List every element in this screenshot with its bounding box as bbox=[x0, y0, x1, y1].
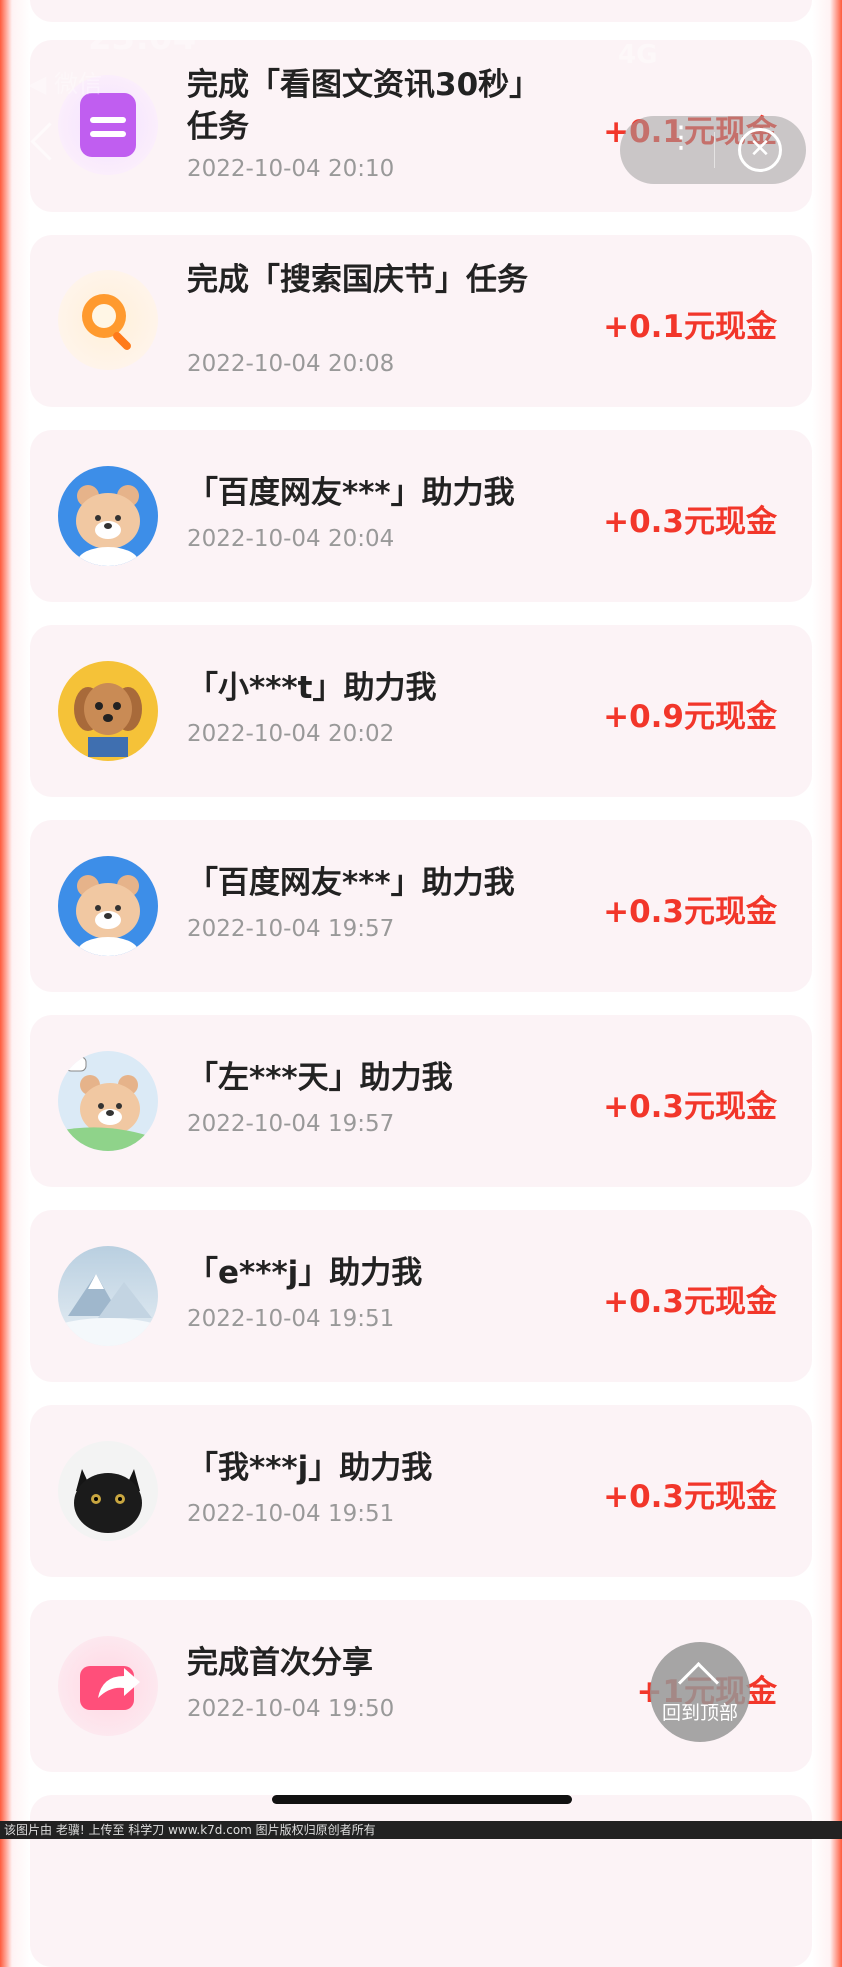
record-timestamp: 2022-10-04 19:51 bbox=[187, 1501, 395, 1527]
back-to-top-label: 回到顶部 bbox=[661, 1702, 738, 1724]
status-network: 4G bbox=[618, 40, 658, 70]
record-reward: +0.3元现金 bbox=[603, 894, 777, 930]
record-card: 「左***天」助力我 2022-10-04 19:57 +0.3元现金 bbox=[30, 1015, 812, 1187]
record-timestamp: 2022-10-04 19:57 bbox=[187, 916, 395, 942]
capsule-divider bbox=[714, 132, 715, 168]
record-title: 「小***t」助力我 bbox=[187, 670, 437, 706]
bear-hi-avatar bbox=[58, 1051, 158, 1151]
record-card: 「百度网友***」助力我 2022-10-04 20:04 +0.3元现金 bbox=[30, 430, 812, 602]
record-title: 完成「看图文资讯30秒」任务 bbox=[187, 67, 541, 145]
record-card: 「我***j」助力我 2022-10-04 19:51 +0.3元现金 bbox=[30, 1405, 812, 1577]
record-card: 完成「搜索国庆节」任务 2022-10-04 20:08 +0.1元现金 bbox=[30, 235, 812, 407]
status-time: 23:04 bbox=[88, 18, 197, 58]
record-title: 「我***j」助力我 bbox=[187, 1450, 433, 1486]
bear-avatar bbox=[58, 856, 158, 956]
more-dots-icon[interactable]: ⋮ bbox=[666, 123, 696, 153]
record-title: 完成「搜索国庆节」任务 bbox=[187, 262, 528, 298]
record-reward: +0.3元现金 bbox=[603, 504, 777, 540]
back-to-top-button[interactable]: 回到顶部 bbox=[650, 1642, 750, 1742]
record-title: 「左***天」助力我 bbox=[187, 1060, 453, 1096]
bear-avatar bbox=[58, 466, 158, 566]
record-reward: +0.3元现金 bbox=[603, 1089, 777, 1125]
record-card: 「e***j」助力我 2022-10-04 19:51 +0.3元现金 bbox=[30, 1210, 812, 1382]
record-title: 完成首次分享 bbox=[187, 1645, 373, 1681]
record-title: 「百度网友***」助力我 bbox=[187, 865, 515, 901]
dog-avatar bbox=[58, 661, 158, 761]
record-title: 「百度网友***」助力我 bbox=[187, 475, 515, 511]
mountain-avatar bbox=[58, 1246, 158, 1346]
record-reward: +0.3元现金 bbox=[603, 1284, 777, 1320]
record-timestamp: 2022-10-04 20:10 bbox=[187, 156, 395, 182]
watermark: 该图片由 老骥! 上传至 科学刀 www.k7d.com 图片版权归原创者所有 bbox=[0, 1821, 842, 1839]
miniprogram-capsule: ⋮ ✕ bbox=[620, 116, 806, 184]
home-indicator bbox=[272, 1795, 572, 1804]
record-reward: +0.3元现金 bbox=[603, 1479, 777, 1515]
record-timestamp: 2022-10-04 20:04 bbox=[187, 526, 395, 552]
record-card: 「小***t」助力我 2022-10-04 20:02 +0.9元现金 bbox=[30, 625, 812, 797]
record-reward: +0.1元现金 bbox=[603, 309, 777, 345]
record-timestamp: 2022-10-04 19:51 bbox=[187, 1306, 395, 1332]
record-timestamp: 2022-10-04 19:57 bbox=[187, 1111, 395, 1137]
share-task-icon bbox=[58, 1636, 158, 1736]
search-task-icon bbox=[58, 270, 158, 370]
chevron-up-icon bbox=[677, 1661, 720, 1704]
record-timestamp: 2022-10-04 19:50 bbox=[187, 1696, 395, 1722]
cat-avatar bbox=[58, 1441, 158, 1541]
close-icon[interactable]: ✕ bbox=[738, 128, 782, 172]
record-timestamp: 2022-10-04 20:02 bbox=[187, 721, 395, 747]
record-title: 「e***j」助力我 bbox=[187, 1255, 423, 1291]
record-reward: +0.9元现金 bbox=[603, 699, 777, 735]
record-timestamp: 2022-10-04 20:08 bbox=[187, 351, 395, 377]
status-back-app[interactable]: ◀ 微信 bbox=[28, 64, 102, 99]
record-card: 「百度网友***」助力我 2022-10-04 19:57 +0.3元现金 bbox=[30, 820, 812, 992]
